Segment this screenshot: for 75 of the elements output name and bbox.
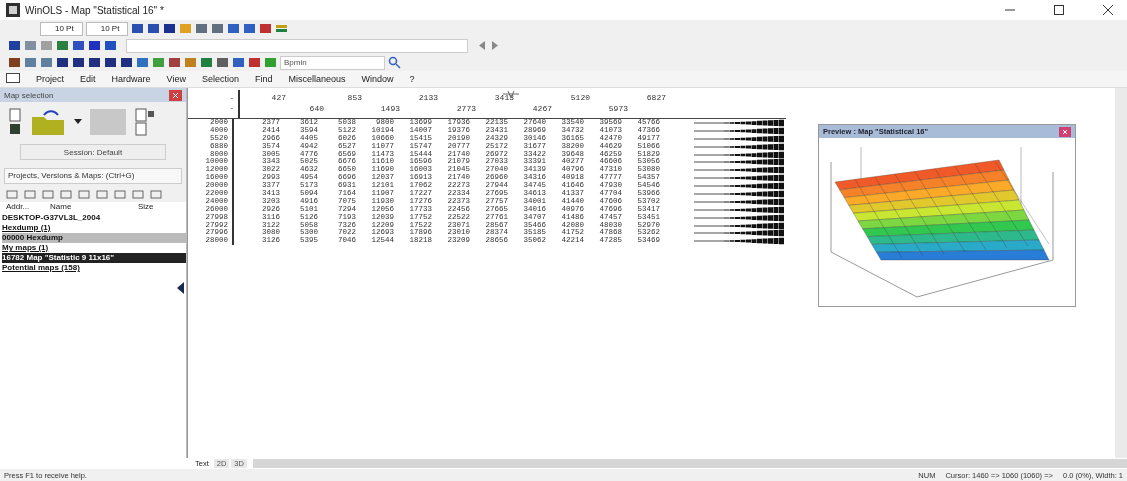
toolbar-icon[interactable] bbox=[104, 39, 117, 52]
right-arrow-icon[interactable] bbox=[490, 39, 500, 52]
toolbar-icon[interactable] bbox=[259, 22, 273, 35]
value-field[interactable] bbox=[126, 38, 468, 53]
column-header: 4267 bbox=[531, 104, 552, 115]
column-header: 1493 bbox=[379, 104, 400, 115]
search-icon[interactable] bbox=[388, 56, 401, 69]
toolbar-icon[interactable] bbox=[211, 22, 225, 35]
left-arrow-icon[interactable] bbox=[477, 39, 487, 52]
column-header: 2133 bbox=[417, 93, 438, 104]
font-size-spinner[interactable]: 10 Pt bbox=[40, 21, 83, 36]
toolbar-icon[interactable] bbox=[136, 56, 149, 69]
toolbar-icon[interactable] bbox=[8, 56, 21, 69]
close-icon[interactable] bbox=[1103, 5, 1113, 15]
column-header: 3413 bbox=[493, 93, 514, 104]
toolbar-icon[interactable] bbox=[163, 22, 177, 35]
toolbar-icon[interactable] bbox=[56, 39, 69, 52]
column-header: 853 bbox=[346, 93, 362, 104]
column-header: 2773 bbox=[455, 104, 476, 115]
horizontal-scrollbar[interactable] bbox=[252, 459, 1127, 468]
toolbar-icon[interactable] bbox=[147, 22, 161, 35]
toolbar-icon[interactable] bbox=[131, 22, 145, 35]
caret-icon[interactable] bbox=[74, 119, 82, 125]
toolbar-icon[interactable] bbox=[72, 56, 85, 69]
column-header: 427 bbox=[270, 93, 286, 104]
toolbar-icon[interactable] bbox=[216, 56, 229, 69]
font-size-spinner[interactable]: 10 Pt bbox=[85, 21, 129, 36]
toolbar-icon[interactable] bbox=[227, 22, 241, 35]
new-file-icon[interactable] bbox=[8, 108, 22, 136]
tree-item[interactable]: DESKTOP-G37VL3L_2004 bbox=[2, 213, 186, 223]
menu-item[interactable]: Miscellaneous bbox=[288, 74, 346, 84]
column-header: 5973 bbox=[607, 104, 628, 115]
menu-item[interactable]: Project bbox=[36, 74, 64, 84]
document-icon[interactable] bbox=[134, 108, 156, 136]
projects-dropdown[interactable]: Projects, Versions & Maps: (Ctrl+G) bbox=[4, 168, 182, 184]
column-header[interactable]: Addr... bbox=[6, 202, 50, 213]
tree-item[interactable]: Potential maps (158) bbox=[2, 263, 186, 273]
menu-item[interactable]: ? bbox=[409, 74, 415, 84]
vertical-scrollbar[interactable] bbox=[1115, 88, 1127, 458]
tree-item[interactable]: My maps (1) bbox=[2, 243, 186, 253]
toolbar-icon[interactable] bbox=[248, 56, 261, 69]
menu-item[interactable]: Window bbox=[361, 74, 394, 84]
toolbar-icon[interactable] bbox=[195, 22, 209, 35]
collapse-arrow-icon[interactable] bbox=[177, 282, 184, 294]
panel-title: Map selection bbox=[4, 90, 54, 100]
column-header: 6827 bbox=[645, 93, 666, 104]
menu-item[interactable]: Selection bbox=[201, 74, 239, 84]
toolbar-icon[interactable] bbox=[72, 39, 85, 52]
search-field[interactable]: Bpmin bbox=[280, 55, 385, 70]
toolbar-icon[interactable] bbox=[168, 56, 181, 69]
menu-item[interactable]: Find bbox=[254, 74, 273, 84]
app-icon bbox=[6, 3, 20, 17]
toolbar-icon[interactable] bbox=[88, 39, 101, 52]
window-title: WinOLS - Map "Statistical 16" * bbox=[25, 4, 164, 16]
session-button[interactable]: Session: Default bbox=[20, 144, 166, 160]
toolbar-icon[interactable] bbox=[120, 56, 133, 69]
toolbar-icon[interactable] bbox=[88, 56, 101, 69]
tree-item[interactable]: 16782 Map "Statistic 9 11x16" bbox=[2, 253, 186, 263]
toolbar-icon[interactable] bbox=[8, 39, 21, 52]
toolbar-icon[interactable] bbox=[275, 22, 289, 35]
column-header[interactable]: Size bbox=[138, 202, 154, 213]
menu-item[interactable]: View bbox=[166, 74, 186, 84]
tree-item[interactable]: 00000 Hexdump bbox=[2, 233, 186, 243]
toolbar-icon[interactable] bbox=[56, 56, 69, 69]
toolbar-icon[interactable] bbox=[200, 56, 213, 69]
menu-item[interactable]: Edit bbox=[80, 74, 96, 84]
toolbar-icon[interactable] bbox=[243, 22, 257, 35]
column-header: 5120 bbox=[569, 93, 590, 104]
tree-item[interactable]: Hexdump (1) bbox=[2, 223, 186, 233]
column-header[interactable]: Name bbox=[50, 202, 138, 213]
toolbar-icon[interactable] bbox=[232, 56, 245, 69]
column-header: 640 bbox=[308, 104, 324, 115]
toolbar-icon[interactable] bbox=[104, 56, 117, 69]
menu-item[interactable]: Hardware bbox=[111, 74, 151, 84]
maximize-icon[interactable] bbox=[1054, 5, 1064, 15]
